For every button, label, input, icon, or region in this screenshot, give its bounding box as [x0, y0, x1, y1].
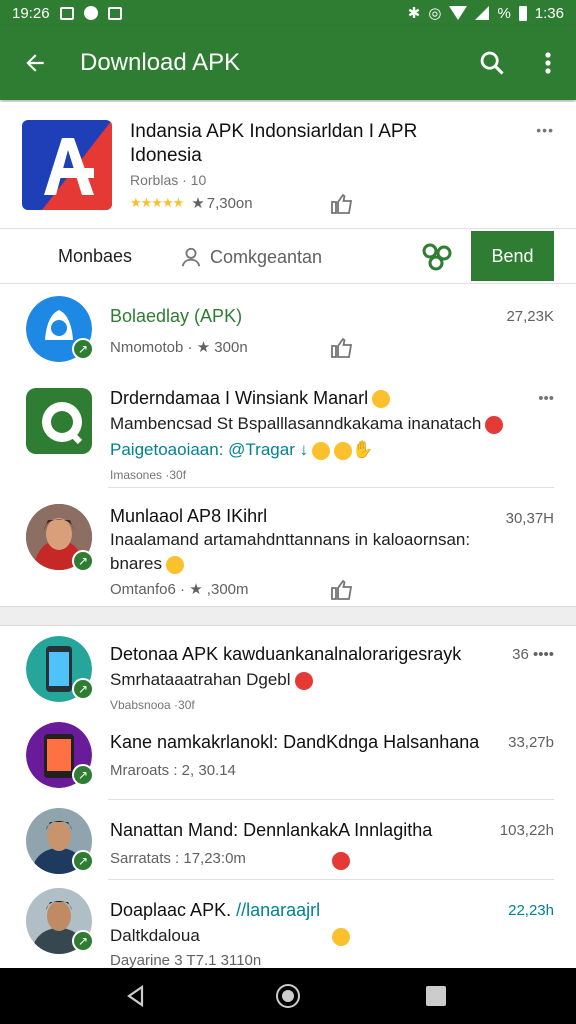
bluetooth-icon: ✱ — [407, 5, 421, 22]
search-button[interactable] — [464, 35, 520, 91]
list-item[interactable]: ↗ Nanattan Mand: DennlankakA Innlagitha … — [0, 800, 576, 880]
item-count: 36 •••• — [512, 646, 554, 663]
verified-badge-icon: ↗ — [72, 678, 94, 700]
overflow-menu-button[interactable] — [520, 35, 576, 91]
app-subtitle: Rorblas · 10 — [130, 172, 207, 188]
item-meta: Mraroats : 2, 30.14 — [110, 762, 236, 779]
person-icon — [181, 247, 201, 267]
item-description: Inaalamand artamahdnttannans in kaloaorn… — [110, 530, 471, 549]
nav-back-icon[interactable] — [124, 984, 148, 1008]
app-download-count: 7,30on — [206, 194, 253, 212]
item-description: Smrhataaatrahan Dgebl — [110, 670, 313, 690]
tab-members[interactable]: Monbaes — [58, 246, 132, 267]
send-button[interactable]: Bend — [471, 231, 554, 281]
arrow-back-icon — [26, 54, 44, 72]
section-separator — [0, 606, 576, 626]
item-description: Mambencsad St Bspalllasanndkakama inanat… — [110, 414, 504, 434]
battery-icon — [518, 5, 527, 21]
item-title: Kane namkakrlanokl: DandKdnga Halsanhana — [110, 732, 480, 752]
emoji-icon — [334, 441, 353, 460]
page-title: Download APK — [80, 49, 241, 76]
app-bar: Download APK — [0, 26, 576, 100]
item-footer: Vbabsnooa ·30f — [110, 698, 195, 712]
emoji-icon — [294, 671, 313, 690]
status-clock: 1:36 — [534, 4, 564, 22]
tab-comments-label: Comkgeantan — [210, 246, 323, 267]
emoji-icon — [165, 555, 184, 574]
item-count: 27,23K — [506, 308, 554, 325]
item-title: Doaplaac APK. //lanaraajrl — [110, 900, 321, 920]
wifi-icon — [449, 6, 468, 20]
item-title: Detonaa APK kawduankanalnalorarigesrayk — [110, 644, 462, 664]
image-icon — [107, 6, 122, 20]
item-meta: Dayarine 3 T7.1 3110n — [110, 952, 262, 969]
thumbs-up-icon[interactable] — [330, 578, 354, 602]
list-item[interactable]: ↗ Detonaa APK kawduankanalnalorarigesray… — [0, 626, 576, 714]
item-meta: Sarratats : 17,23:0m — [110, 850, 246, 867]
verified-badge-icon: ↗ — [72, 338, 94, 360]
item-meta: Nmomotob · ★ 300n — [110, 339, 248, 356]
clap-icon: ✋ — [352, 440, 374, 459]
item-count: 103,22h — [499, 822, 554, 839]
emoji-icon — [332, 928, 350, 946]
group-icon[interactable] — [420, 241, 456, 273]
more-options-button[interactable]: ••• — [536, 122, 554, 138]
emoji-icon — [485, 415, 504, 434]
star-icon: ★ — [191, 195, 205, 212]
list-item[interactable]: ↗ Munlaaol AP8 IKihrl Inaalamand artamah… — [0, 488, 576, 606]
item-count: 30,37H — [505, 510, 554, 527]
thumbs-up-icon[interactable] — [330, 336, 354, 360]
list-item[interactable]: Drderndamaa I Winsiank Manarl Mambencsad… — [0, 376, 576, 488]
tab-bar: Monbaes Comkgeantan Bend — [0, 228, 576, 284]
app-logo-icon — [22, 120, 112, 210]
search-icon — [480, 51, 504, 75]
list-item[interactable]: ↗ Bolaedlay (APK) Nmomotob · ★ 300n 27,2… — [0, 286, 576, 376]
thumbs-up-icon[interactable] — [330, 192, 354, 216]
item-title: Bolaedlay (APK) — [110, 306, 243, 326]
item-link[interactable]: //lanaraajrl — [236, 900, 320, 920]
item-count: 33,27b — [508, 734, 554, 751]
status-time: 19:26 — [12, 4, 50, 22]
featured-app-card[interactable]: Indansia APK Indonsiarldan I APR Idonesi… — [0, 102, 576, 228]
item-description: Daltkdaloua — [110, 926, 200, 945]
system-nav-bar — [0, 968, 576, 1024]
verified-badge-icon: ↗ — [72, 850, 94, 872]
battery-percent: % — [497, 4, 511, 22]
tab-comments[interactable]: Comkgeantan — [180, 246, 322, 268]
item-more[interactable]: ••• — [538, 390, 554, 407]
app-title: Indansia APK Indonsiarldan I APR Idonesi… — [130, 121, 418, 166]
item-meta: Omtanfo6 · ★ ,300m — [110, 581, 249, 598]
item-title: Munlaaol AP8 IKihrl — [110, 506, 268, 526]
item-title: Drderndamaa I Winsiank Manarl — [110, 388, 391, 409]
verified-badge-icon: ↗ — [72, 930, 94, 952]
emoji-icon — [332, 852, 350, 870]
item-tags: Paigetoaoiaan: @Tragar ↓ ✋ — [110, 440, 374, 460]
gallery-icon — [59, 6, 74, 20]
list-item[interactable]: ↗ Doaplaac APK. //lanaraajrl Daltkdaloua… — [0, 880, 576, 970]
emoji-icon — [312, 441, 331, 460]
more-vert-icon — [545, 52, 551, 74]
app-list: ↗ Bolaedlay (APK) Nmomotob · ★ 300n 27,2… — [0, 286, 576, 970]
rating-stars-icon: ★★★★★ — [130, 195, 184, 210]
notification-dot-icon — [83, 6, 98, 20]
item-title: Nanattan Mand: DennlankakA Innlagitha — [110, 820, 433, 840]
signal-icon — [475, 6, 490, 20]
app-avatar — [26, 388, 92, 454]
emoji-icon — [372, 390, 391, 409]
alarm-icon: ◎ — [428, 5, 442, 22]
app-stats: ★★★★★ ★ 7,30on — [130, 194, 253, 213]
back-button[interactable] — [0, 26, 70, 100]
verified-badge-icon: ↗ — [72, 764, 94, 786]
item-footer: Imasones ·30f — [110, 468, 187, 482]
nav-recents-icon[interactable] — [426, 986, 446, 1006]
item-description-2: bnares — [110, 554, 184, 574]
status-bar: 19:26 ✱ ◎ % 1:36 — [0, 0, 576, 26]
list-item[interactable]: ↗ Kane namkakrlanokl: DandKdnga Halsanha… — [0, 714, 576, 800]
nav-home-icon[interactable] — [276, 984, 300, 1008]
item-count: 22,23h — [508, 902, 554, 919]
verified-badge-icon: ↗ — [72, 550, 94, 572]
